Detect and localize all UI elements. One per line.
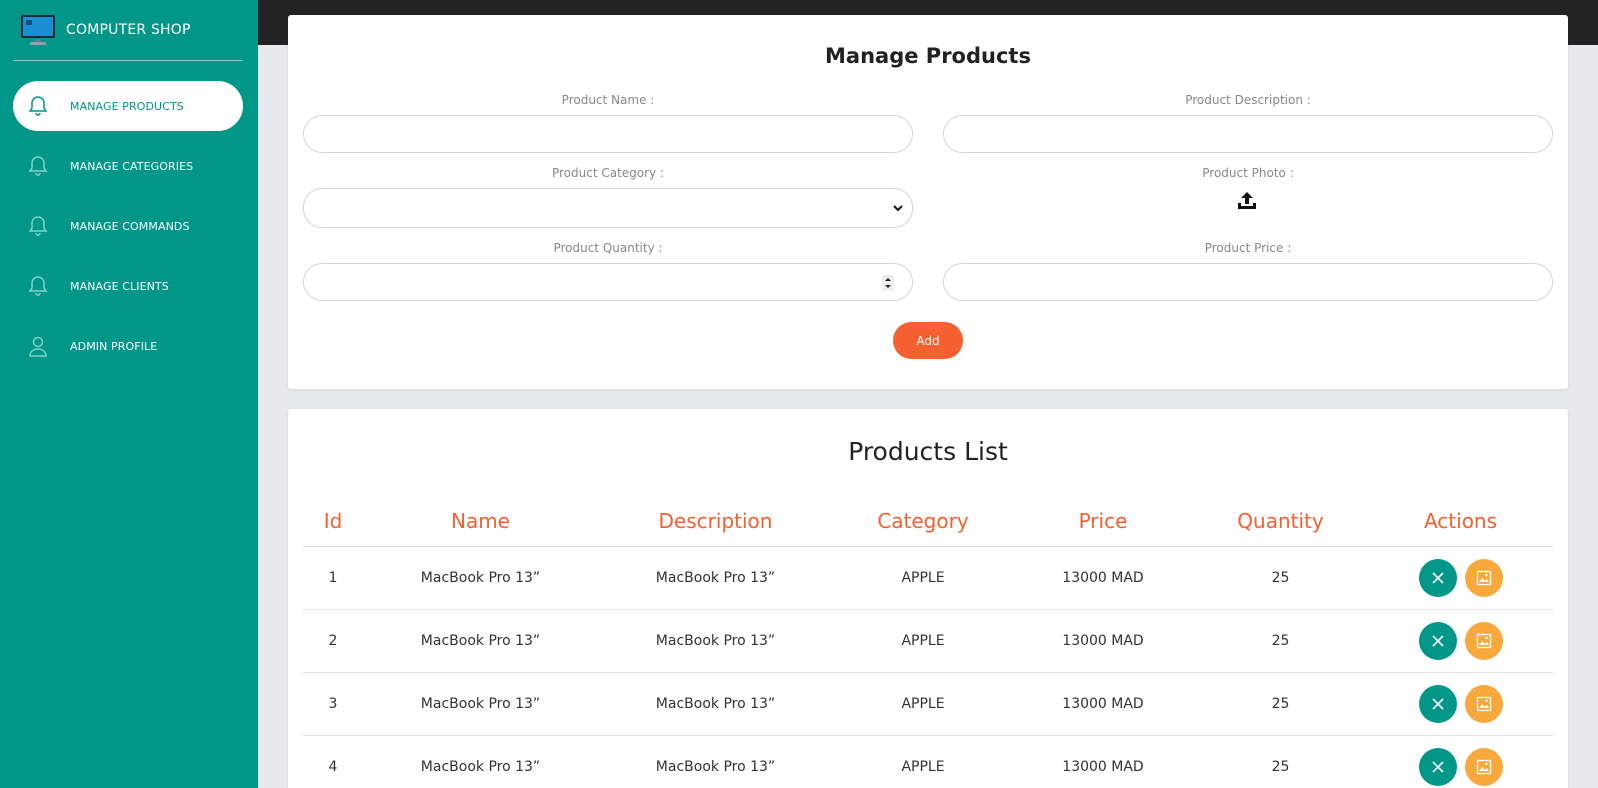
cell-name: MacBook Pro 13” <box>363 735 598 788</box>
product-photo-label: Product Photo : <box>1202 166 1294 180</box>
cell-description: MacBook Pro 13” <box>598 546 833 610</box>
cell-actions <box>1368 735 1553 788</box>
manage-products-form: Manage Products Product Name : Product D… <box>288 15 1568 389</box>
cell-price: 13000 MAD <box>1013 735 1193 788</box>
edit-image-button[interactable] <box>1464 558 1503 597</box>
delete-button[interactable] <box>1418 558 1457 597</box>
image-icon <box>1476 633 1491 648</box>
sidebar-item-manage-products[interactable]: MANAGE PRODUCTS <box>13 81 243 131</box>
delete-button[interactable] <box>1418 747 1457 786</box>
column-header-quantity: Quantity <box>1193 496 1368 547</box>
cell-price: 13000 MAD <box>1013 546 1193 610</box>
upload-icon[interactable] <box>1236 191 1258 211</box>
close-icon <box>1431 697 1444 710</box>
sidebar-item-manage-commands[interactable]: MANAGE COMMANDS <box>13 201 243 251</box>
cell-name: MacBook Pro 13” <box>363 546 598 610</box>
column-header-category: Category <box>833 496 1013 547</box>
products-table: Id Name Description Category Price Quant… <box>303 496 1553 788</box>
column-header-description: Description <box>598 496 833 547</box>
table-header-row: Id Name Description Category Price Quant… <box>303 496 1553 547</box>
sidebar-item-manage-clients[interactable]: MANAGE CLIENTS <box>13 261 243 311</box>
table-row: 2 MacBook Pro 13” MacBook Pro 13” APPLE … <box>303 609 1553 673</box>
product-description-input[interactable] <box>943 115 1553 153</box>
cell-category: APPLE <box>833 672 1013 736</box>
sidebar-item-label: MANAGE COMMANDS <box>70 219 190 233</box>
product-category-select[interactable] <box>303 188 913 228</box>
edit-image-button[interactable] <box>1464 684 1503 723</box>
list-title: Products List <box>848 437 1008 466</box>
image-icon <box>1476 759 1491 774</box>
image-icon <box>1476 570 1491 585</box>
product-category-label: Product Category : <box>551 166 665 180</box>
user-icon <box>28 335 48 357</box>
bell-icon <box>28 95 48 117</box>
sidebar-item-label: MANAGE CLIENTS <box>70 279 169 293</box>
sidebar-item-label: MANAGE PRODUCTS <box>70 99 184 113</box>
cell-actions <box>1368 546 1553 610</box>
add-button[interactable]: Add <box>893 322 963 359</box>
cell-price: 13000 MAD <box>1013 672 1193 736</box>
sidebar-item-manage-categories[interactable]: MANAGE CATEGORIES <box>13 141 243 191</box>
page-title: Manage Products <box>825 44 1031 68</box>
sidebar-item-label: ADMIN PROFILE <box>70 339 158 353</box>
cell-category: APPLE <box>833 546 1013 610</box>
product-description-label: Product Description : <box>1185 93 1311 107</box>
cell-id: 3 <box>303 672 363 736</box>
bell-icon <box>28 275 48 297</box>
column-header-name: Name <box>363 496 598 547</box>
cell-quantity: 25 <box>1193 735 1368 788</box>
cell-category: APPLE <box>833 609 1013 673</box>
sidebar-nav: MANAGE PRODUCTS MANAGE CATEGORIES MANAGE… <box>13 81 243 381</box>
sidebar: COMPUTER SHOP MANAGE PRODUCTS MANAGE CAT… <box>0 0 258 788</box>
cell-description: MacBook Pro 13” <box>598 609 833 673</box>
table-row: 1 MacBook Pro 13” MacBook Pro 13” APPLE … <box>303 546 1553 610</box>
cell-price: 13000 MAD <box>1013 609 1193 673</box>
bell-icon <box>28 155 48 177</box>
column-header-price: Price <box>1013 496 1193 547</box>
cell-quantity: 25 <box>1193 546 1368 610</box>
edit-image-button[interactable] <box>1464 621 1503 660</box>
chevron-down-icon <box>893 205 903 212</box>
product-quantity-input[interactable] <box>303 263 913 301</box>
cell-id: 4 <box>303 735 363 788</box>
table-row: 3 MacBook Pro 13” MacBook Pro 13” APPLE … <box>303 672 1553 736</box>
product-price-input[interactable] <box>943 263 1553 301</box>
sidebar-item-label: MANAGE CATEGORIES <box>70 159 194 173</box>
brand-name: COMPUTER SHOP <box>66 22 191 38</box>
cell-quantity: 25 <box>1193 672 1368 736</box>
brand[interactable]: COMPUTER SHOP <box>20 12 191 48</box>
products-list-card: Products List Id Name Description Catego… <box>288 409 1568 788</box>
cell-id: 1 <box>303 546 363 610</box>
close-icon <box>1431 634 1444 647</box>
cell-quantity: 25 <box>1193 609 1368 673</box>
cell-actions <box>1368 609 1553 673</box>
delete-button[interactable] <box>1418 621 1457 660</box>
product-name-input[interactable] <box>303 115 913 153</box>
brand-divider <box>13 60 243 61</box>
close-icon <box>1431 571 1444 584</box>
bell-icon <box>28 215 48 237</box>
spinner-icon[interactable] <box>882 275 894 291</box>
table-row: 4 MacBook Pro 13” MacBook Pro 13” APPLE … <box>303 735 1553 788</box>
product-name-label: Product Name : <box>561 93 655 107</box>
product-price-label: Product Price : <box>1204 241 1292 255</box>
cell-description: MacBook Pro 13” <box>598 735 833 788</box>
product-quantity-label: Product Quantity : <box>553 241 663 255</box>
cell-description: MacBook Pro 13” <box>598 672 833 736</box>
cell-actions <box>1368 672 1553 736</box>
delete-button[interactable] <box>1418 684 1457 723</box>
cell-name: MacBook Pro 13” <box>363 609 598 673</box>
close-icon <box>1431 760 1444 773</box>
sidebar-item-admin-profile[interactable]: ADMIN PROFILE <box>13 321 243 371</box>
column-header-id: Id <box>303 496 363 547</box>
monitor-icon <box>20 14 56 46</box>
column-header-actions: Actions <box>1368 496 1553 547</box>
cell-name: MacBook Pro 13” <box>363 672 598 736</box>
cell-category: APPLE <box>833 735 1013 788</box>
image-icon <box>1476 696 1491 711</box>
edit-image-button[interactable] <box>1464 747 1503 786</box>
cell-id: 2 <box>303 609 363 673</box>
